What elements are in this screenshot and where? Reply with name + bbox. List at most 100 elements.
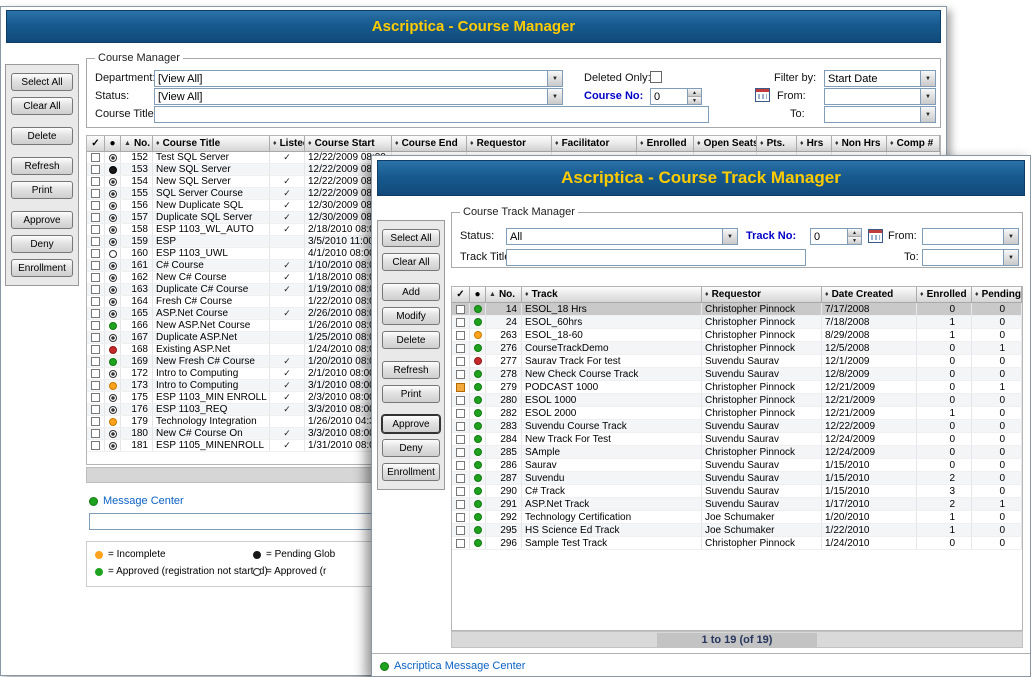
- clear-all-button[interactable]: Clear All: [382, 253, 440, 271]
- row-checkbox[interactable]: [91, 381, 100, 390]
- select-all-button[interactable]: Select All: [11, 73, 73, 91]
- row-checkbox[interactable]: [91, 369, 100, 378]
- status-column-header[interactable]: ●: [105, 136, 121, 151]
- track-row[interactable]: 287SuvenduSuvendu Saurav1/15/201020: [452, 472, 1022, 485]
- track-row[interactable]: 284New Track For TestSuvendu Saurav12/24…: [452, 433, 1022, 446]
- refresh-button[interactable]: Refresh: [11, 157, 73, 175]
- to-date-select[interactable]: ▼: [824, 106, 936, 123]
- row-checkbox[interactable]: [91, 201, 100, 210]
- deny-button[interactable]: Deny: [382, 439, 440, 457]
- from-date-select[interactable]: ▼: [922, 228, 1019, 245]
- sort-header-enrolled[interactable]: ♦Enrolled: [637, 136, 694, 151]
- delete-button[interactable]: Delete: [11, 127, 73, 145]
- sort-header-track[interactable]: ♦Track: [522, 287, 702, 302]
- row-checkbox[interactable]: [91, 249, 100, 258]
- status-select[interactable]: [View All] ▼: [154, 88, 563, 105]
- row-checkbox[interactable]: [91, 165, 100, 174]
- row-checkbox[interactable]: [91, 441, 100, 450]
- sort-header-no[interactable]: ▲No.: [121, 136, 153, 151]
- track-row[interactable]: 295HS Science Ed TrackJoe Schumaker1/22/…: [452, 524, 1022, 537]
- track-row[interactable]: 276CourseTrackDemoChristopher Pinnock12/…: [452, 342, 1022, 355]
- message-center-link[interactable]: Message Center: [103, 495, 184, 507]
- message-center-link[interactable]: Ascriptica Message Center: [394, 660, 525, 672]
- approve-button[interactable]: Approve: [11, 211, 73, 229]
- spin-down-icon[interactable]: ▼: [848, 236, 861, 244]
- row-checkbox[interactable]: [91, 309, 100, 318]
- sort-header-requestor[interactable]: ♦Requestor: [702, 287, 822, 302]
- row-checkbox[interactable]: [456, 500, 465, 509]
- sort-header-date-created[interactable]: ♦Date Created: [822, 287, 917, 302]
- row-checkbox[interactable]: [91, 153, 100, 162]
- row-checkbox[interactable]: [456, 331, 465, 340]
- track-row[interactable]: 286SauravSuvendu Saurav1/15/201000: [452, 459, 1022, 472]
- track-row[interactable]: 291ASP.Net TrackSuvendu Saurav1/17/20102…: [452, 498, 1022, 511]
- course-title-input[interactable]: [154, 106, 709, 123]
- row-checkbox[interactable]: [456, 422, 465, 431]
- row-checkbox[interactable]: [456, 435, 465, 444]
- from-date-select[interactable]: ▼: [824, 88, 936, 105]
- course-no-stepper[interactable]: 0 ▲ ▼: [650, 88, 702, 105]
- sort-header-listed[interactable]: ♦Listed: [270, 136, 305, 151]
- row-checkbox[interactable]: [456, 344, 465, 353]
- row-checkbox[interactable]: [91, 261, 100, 270]
- sort-header-pending[interactable]: ♦Pending: [972, 287, 1022, 302]
- deleted-only-checkbox[interactable]: [650, 71, 662, 83]
- sort-header-open-seats[interactable]: ♦Open Seats: [694, 136, 757, 151]
- filter-by-select[interactable]: Start Date ▼: [824, 70, 936, 87]
- modify-button[interactable]: Modify: [382, 307, 440, 325]
- row-checkbox[interactable]: [456, 513, 465, 522]
- row-checkbox[interactable]: [456, 461, 465, 470]
- track-row[interactable]: 263ESOL_18-60Christopher Pinnock8/29/200…: [452, 329, 1022, 342]
- row-checkbox[interactable]: [456, 409, 465, 418]
- row-checkbox[interactable]: [456, 487, 465, 496]
- row-checkbox[interactable]: [456, 396, 465, 405]
- sort-header-course-title[interactable]: ♦Course Title: [153, 136, 270, 151]
- row-checkbox[interactable]: [91, 333, 100, 342]
- calendar-icon[interactable]: [868, 229, 883, 243]
- track-row[interactable]: 290C# TrackSuvendu Saurav1/15/201030: [452, 485, 1022, 498]
- print-button[interactable]: Print: [382, 385, 440, 403]
- add-button[interactable]: Add: [382, 283, 440, 301]
- sort-header-requestor[interactable]: ♦Requestor: [467, 136, 552, 151]
- sort-header-course-start[interactable]: ♦Course Start: [305, 136, 392, 151]
- row-checkbox[interactable]: [91, 297, 100, 306]
- track-row[interactable]: 296Sample Test TrackChristopher Pinnock1…: [452, 537, 1022, 550]
- row-checkbox[interactable]: [91, 225, 100, 234]
- row-checkbox[interactable]: [456, 474, 465, 483]
- row-checkbox[interactable]: [91, 189, 100, 198]
- sort-header-facilitator[interactable]: ♦Facilitator: [552, 136, 637, 151]
- department-select[interactable]: [View All] ▼: [154, 70, 563, 87]
- track-row[interactable]: 279PODCAST 1000Christopher Pinnock12/21/…: [452, 381, 1022, 394]
- calendar-icon[interactable]: [755, 88, 770, 102]
- row-checkbox[interactable]: [91, 429, 100, 438]
- row-checkbox[interactable]: [456, 526, 465, 535]
- refresh-button[interactable]: Refresh: [382, 361, 440, 379]
- track-row[interactable]: 292Technology CertificationJoe Schumaker…: [452, 511, 1022, 524]
- track-title-input[interactable]: [506, 249, 806, 266]
- row-checkbox[interactable]: [91, 405, 100, 414]
- status-select[interactable]: All ▼: [506, 228, 738, 245]
- check-all-header[interactable]: ✓: [87, 136, 105, 151]
- status-column-header[interactable]: ●: [470, 287, 486, 302]
- sort-header-course-end[interactable]: ♦Course End: [392, 136, 467, 151]
- deny-button[interactable]: Deny: [11, 235, 73, 253]
- spin-up-icon[interactable]: ▲: [688, 89, 701, 96]
- sort-header-no[interactable]: ▲No.: [486, 287, 522, 302]
- row-checkbox[interactable]: [456, 318, 465, 327]
- row-checkbox[interactable]: [91, 237, 100, 246]
- row-checkbox[interactable]: [456, 305, 465, 314]
- row-checkbox[interactable]: [456, 357, 465, 366]
- row-checkbox[interactable]: [91, 417, 100, 426]
- course-manager-titlebar[interactable]: Ascriptica - Course Manager: [6, 10, 941, 43]
- course-track-manager-titlebar[interactable]: Ascriptica - Course Track Manager: [377, 160, 1025, 196]
- sort-header-enrolled[interactable]: ♦Enrolled: [917, 287, 972, 302]
- spin-down-icon[interactable]: ▼: [688, 96, 701, 104]
- check-all-header[interactable]: ✓: [452, 287, 470, 302]
- track-row[interactable]: 24ESOL_60hrsChristopher Pinnock7/18/2008…: [452, 316, 1022, 329]
- row-checkbox[interactable]: [91, 213, 100, 222]
- track-no-stepper[interactable]: 0 ▲ ▼: [810, 228, 862, 245]
- row-checkbox[interactable]: [91, 273, 100, 282]
- spin-up-icon[interactable]: ▲: [848, 229, 861, 236]
- sort-header-comp[interactable]: ♦Comp #: [887, 136, 940, 151]
- sort-header-non-hrs[interactable]: ♦Non Hrs: [832, 136, 887, 151]
